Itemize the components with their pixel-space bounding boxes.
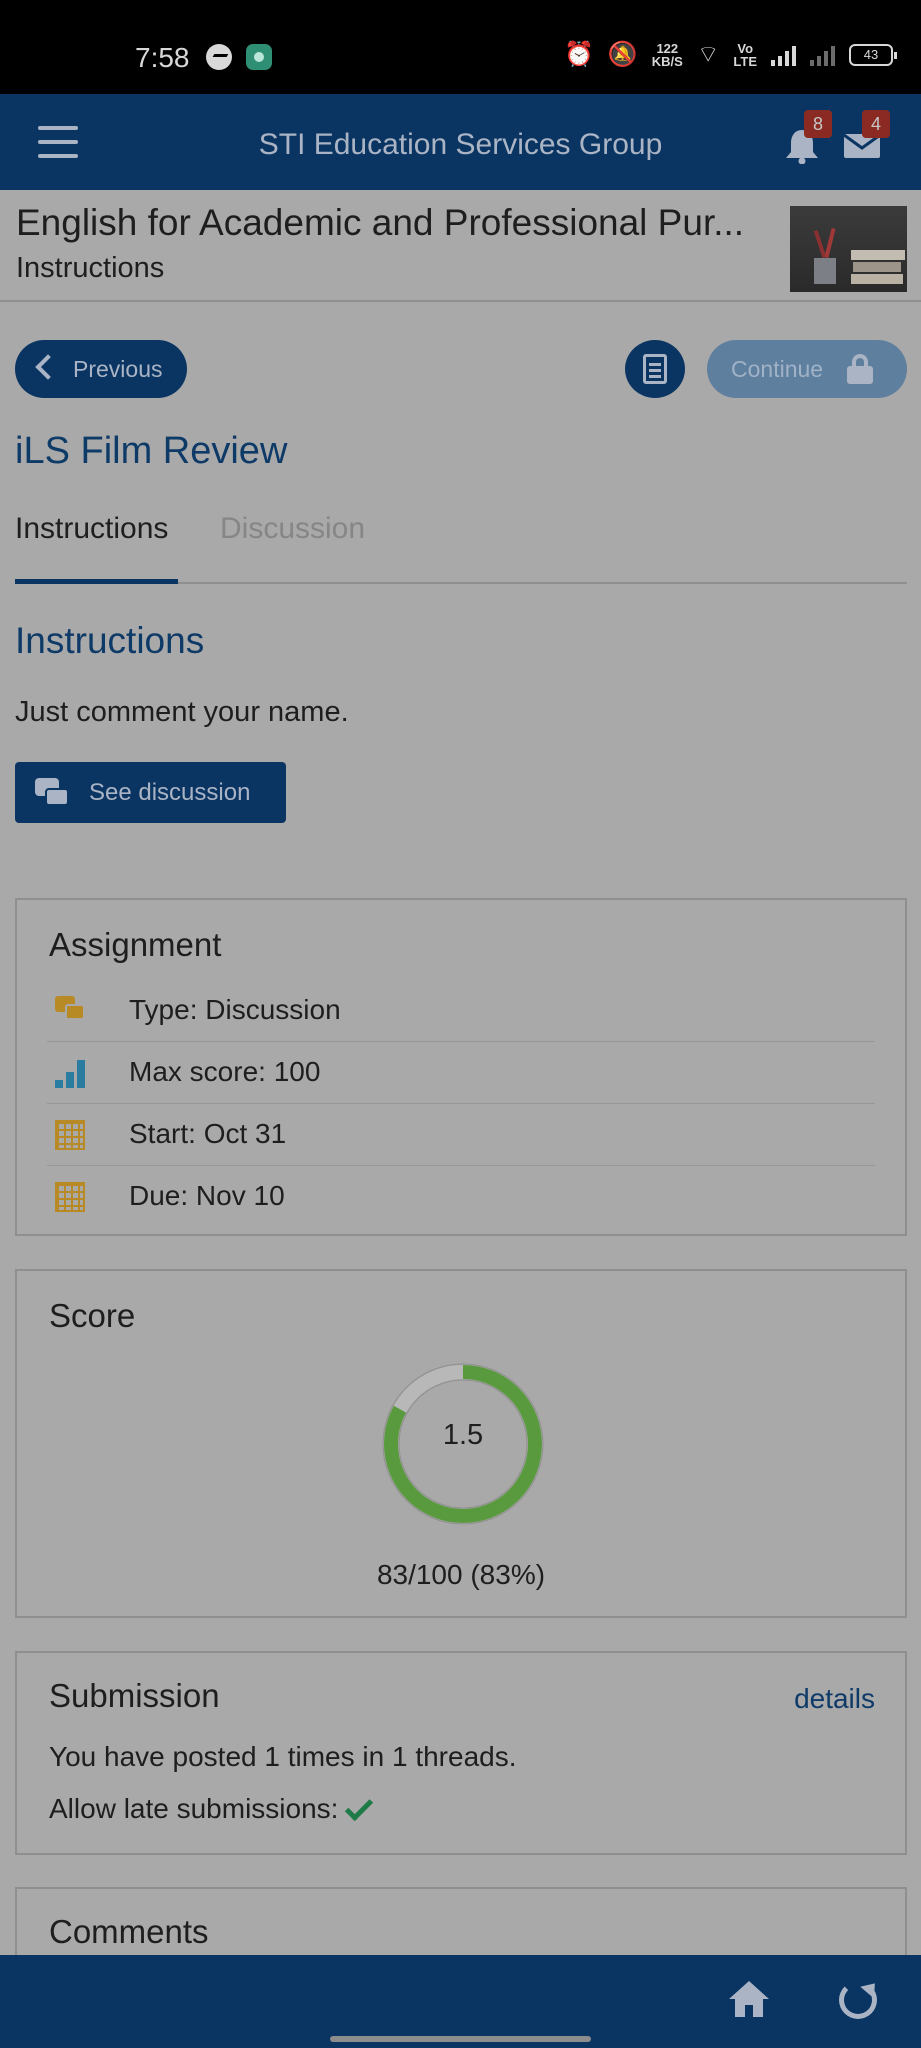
chevron-left-icon: [35, 354, 61, 380]
messenger-icon: [206, 44, 232, 70]
signal-icon-secondary: [810, 44, 835, 66]
bar-chart-icon: [55, 1058, 85, 1088]
course-title: English for Academic and Professional Pu…: [16, 202, 745, 243]
assignment-card: Assignment Type: Discussion Max score: 1…: [15, 898, 907, 1236]
continue-button[interactable]: Continue: [707, 340, 907, 398]
late-submissions-label: Allow late submissions:: [49, 1793, 339, 1824]
assignment-title: Assignment: [49, 926, 222, 963]
wifi-icon: ⌔: [696, 41, 720, 68]
score-card: Score 1.5 83/100 (83%): [15, 1269, 907, 1618]
course-thumbnail: [790, 206, 907, 292]
calendar-icon: [55, 1120, 85, 1150]
previous-button[interactable]: Previous: [15, 340, 187, 398]
submission-card: Submission details You have posted 1 tim…: [15, 1651, 907, 1855]
course-header: English for Academic and Professional Pu…: [0, 190, 921, 302]
assignment-type-row: Type: Discussion: [47, 980, 875, 1042]
calendar-icon: [55, 1182, 85, 1212]
assignment-max-score-row: Max score: 100: [47, 1042, 875, 1104]
volte-indicator: Vo LTE: [733, 41, 757, 69]
notifications-button[interactable]: 8: [782, 110, 832, 169]
assignment-max-score: Max score: 100: [129, 1056, 321, 1087]
notebook-icon: [643, 354, 667, 384]
see-discussion-label: See discussion: [89, 778, 251, 806]
chat-icon: [35, 778, 69, 808]
late-submissions-row: Allow late submissions:: [49, 1792, 374, 1825]
course-subtitle: Instructions: [16, 252, 165, 284]
network-speed: 122 KB/S: [651, 41, 683, 69]
checkmark-icon: [345, 1792, 374, 1822]
score-title: Score: [49, 1297, 136, 1334]
lock-icon: [845, 354, 875, 384]
status-bar: 7:58 ⏰ 🔕 122 KB/S ⌔ Vo LTE 43: [0, 0, 921, 94]
notifications-badge: 8: [804, 110, 832, 138]
app-icon: [246, 44, 272, 70]
messages-button[interactable]: 4: [842, 110, 890, 165]
comments-title: Comments: [49, 1913, 209, 1950]
assignment-start-row: Start: Oct 31: [47, 1104, 875, 1166]
submission-title: Submission: [49, 1677, 220, 1714]
assignment-type: Type: Discussion: [129, 994, 341, 1025]
score-value: 1.5: [442, 1419, 484, 1451]
discussion-icon: [55, 996, 85, 1026]
assignment-start: Start: Oct 31: [129, 1118, 287, 1149]
refresh-icon[interactable]: [839, 1981, 877, 2019]
status-indicators: ⏰ 🔕 122 KB/S ⌔ Vo LTE 43: [564, 41, 897, 69]
active-tab-indicator: [15, 579, 178, 584]
submission-posted-text: You have posted 1 times in 1 threads.: [49, 1741, 517, 1772]
tab-bar: Instructions Discussion: [15, 500, 907, 584]
gesture-home-indicator[interactable]: [330, 2036, 591, 2042]
notes-button[interactable]: [625, 340, 685, 398]
status-time: 7:58: [135, 42, 190, 73]
continue-label: Continue: [731, 355, 824, 382]
bottom-nav-bar: [0, 1955, 921, 2048]
tab-discussion[interactable]: Discussion: [220, 512, 365, 546]
instructions-text: Just comment your name.: [15, 696, 349, 728]
see-discussion-button[interactable]: See discussion: [15, 762, 286, 823]
messages-badge: 4: [862, 110, 890, 138]
status-app-icons: [206, 44, 272, 70]
home-icon[interactable]: [729, 1981, 769, 2019]
previous-label: Previous: [73, 355, 163, 382]
score-detail: 83/100 (83%): [376, 1559, 546, 1590]
instructions-heading: Instructions: [15, 620, 205, 661]
submission-details-link[interactable]: details: [794, 1683, 875, 1715]
battery-icon: 43: [849, 44, 897, 66]
assignment-due-row: Due: Nov 10: [47, 1166, 875, 1228]
assignment-due: Due: Nov 10: [129, 1180, 285, 1211]
tab-instructions[interactable]: Instructions: [15, 512, 168, 546]
mute-icon: 🔕: [607, 41, 638, 68]
alarm-icon: ⏰: [564, 41, 594, 68]
page-title: iLS Film Review: [15, 430, 288, 472]
signal-icon: [771, 44, 796, 66]
